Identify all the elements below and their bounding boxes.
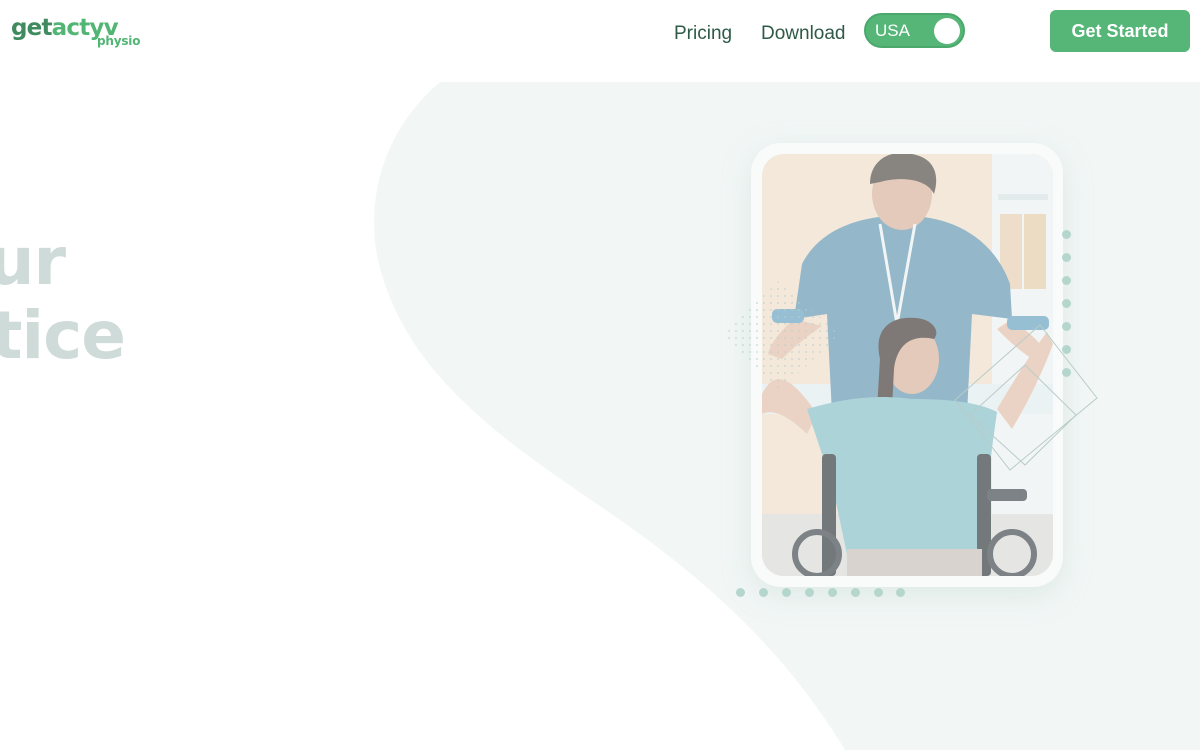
decor-dot (1062, 368, 1071, 377)
region-toggle-label: USA (875, 21, 910, 40)
decor-dot (874, 588, 883, 597)
vertical-dots-decoration (1061, 230, 1073, 390)
brand-logo[interactable]: getactyv physio (11, 14, 151, 54)
dot-grid-decoration (720, 280, 840, 390)
decor-dot (828, 588, 837, 597)
decor-dot (1062, 253, 1071, 262)
decor-dot (1062, 276, 1071, 285)
region-toggle[interactable]: USA (864, 13, 965, 48)
decor-dot (782, 588, 791, 597)
decor-dot (759, 588, 768, 597)
nav-link-download[interactable]: Download (761, 22, 846, 46)
hero-heading-line1: ur (0, 223, 66, 300)
logo-subtitle: physio (97, 34, 141, 48)
nav-link-pricing[interactable]: Pricing (674, 22, 732, 46)
decor-dot (1062, 299, 1071, 308)
site-header: getactyv physio Pricing Download USA Get… (0, 0, 1200, 70)
decor-dot (896, 588, 905, 597)
diamond-outline-decoration (954, 324, 1098, 471)
decor-dot (805, 588, 814, 597)
horizontal-dots-decoration (736, 587, 916, 599)
hero-heading-line2: tice (0, 297, 126, 374)
decor-dot (1062, 345, 1071, 354)
decor-dot (851, 588, 860, 597)
toggle-knob (934, 18, 960, 44)
decor-dot (1062, 322, 1071, 331)
logo-part-get: get (11, 15, 52, 41)
get-started-button[interactable]: Get Started (1050, 10, 1190, 52)
decor-dot (1062, 230, 1071, 239)
decor-dot (736, 588, 745, 597)
